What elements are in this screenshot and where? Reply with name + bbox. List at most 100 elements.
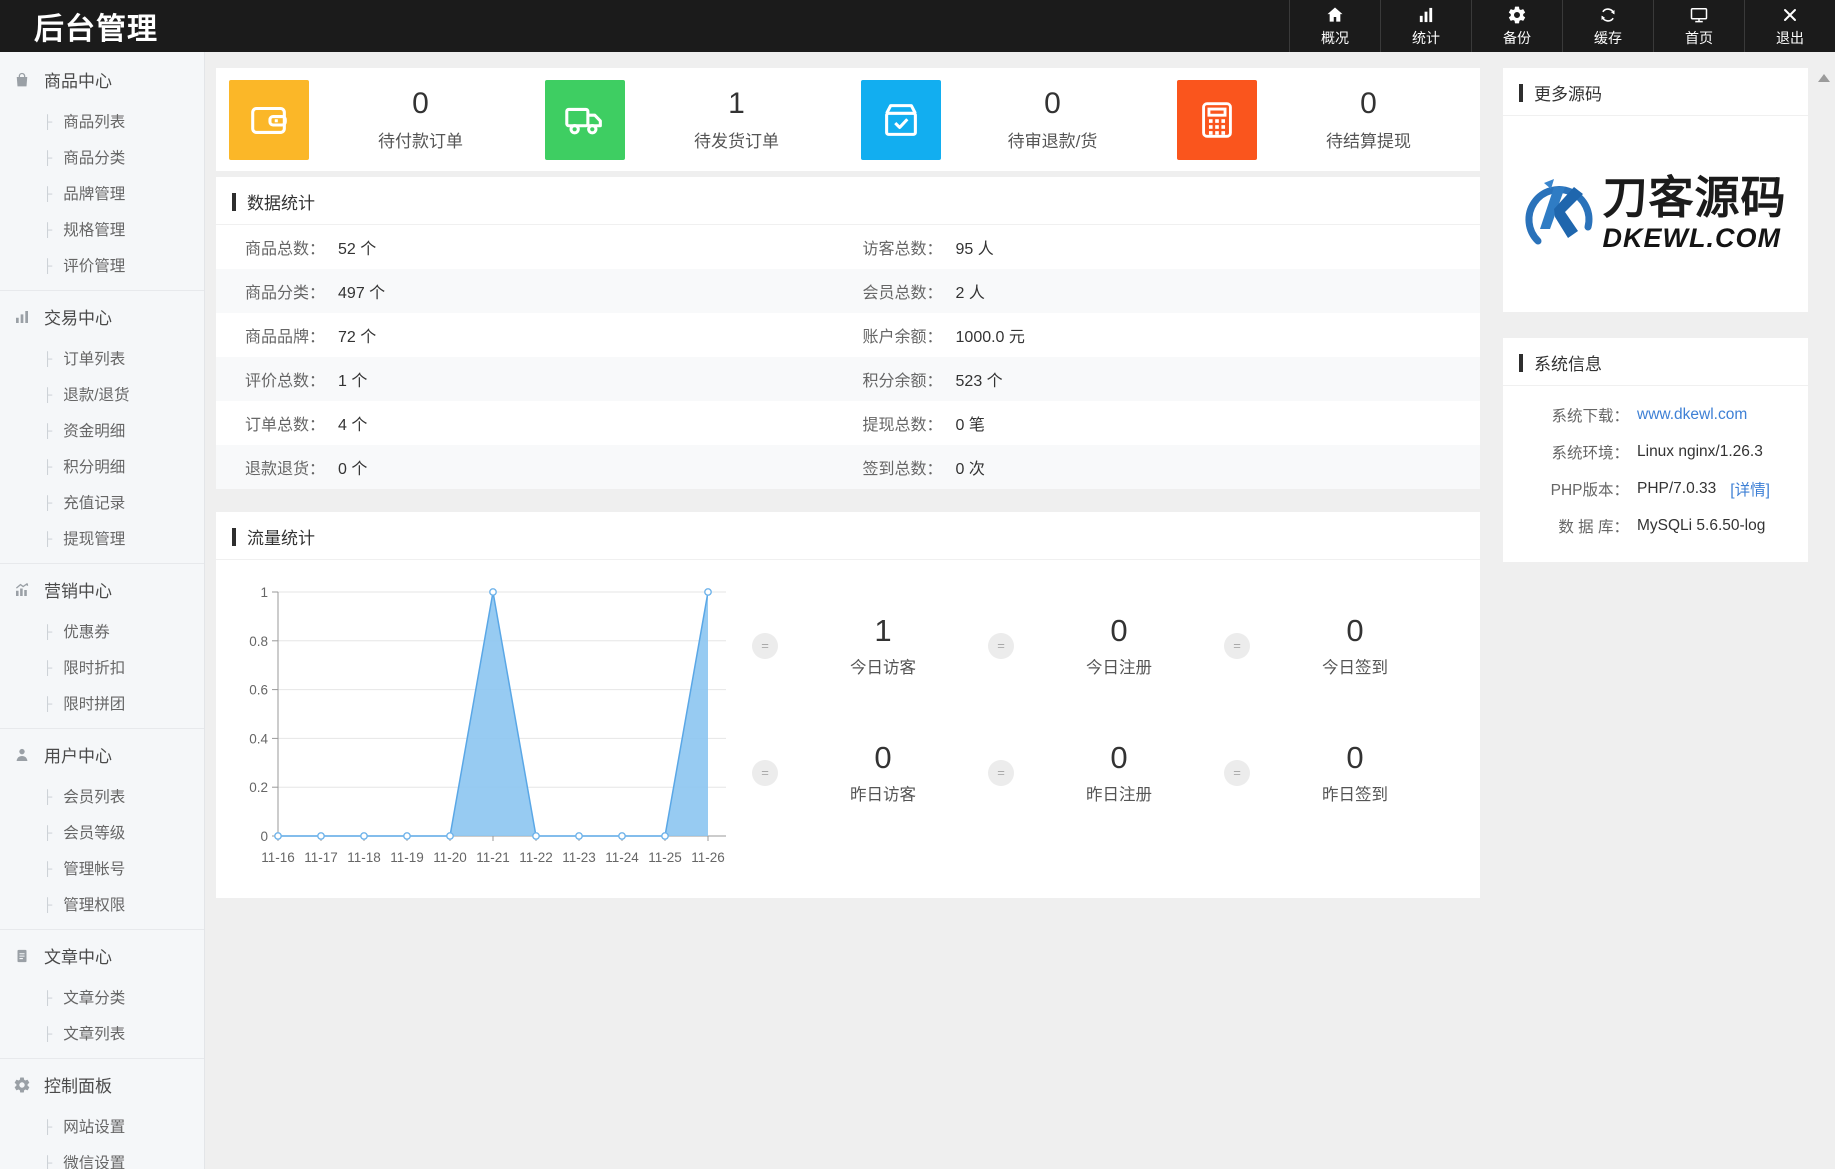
logo-english-text: DKEWL.COM <box>1602 223 1786 254</box>
nav-backup[interactable]: 备份 <box>1471 0 1562 52</box>
stat-number: 0 <box>1014 740 1224 776</box>
stat-value: 0 次 <box>956 455 985 479</box>
sidebar-section-articles-header[interactable]: 文章中心 <box>0 932 204 979</box>
traffic-stats-grid: = 1今日访客 = 0今日注册 = 0今日签到 <box>738 576 1468 876</box>
sidebar-item-wechat-settings[interactable]: ├微信设置 <box>0 1144 204 1169</box>
stat-label: 昨日签到 <box>1250 781 1460 805</box>
sidebar-item-group-buy[interactable]: ├限时拼团 <box>0 685 204 721</box>
stat-label: 今日注册 <box>1014 654 1224 678</box>
sidebar-section-title: 文章中心 <box>44 943 112 968</box>
stat-value: 523 个 <box>956 367 1003 391</box>
svg-text:0.8: 0.8 <box>249 634 268 649</box>
system-info-panel: 系统信息 系统下载： www.dkewl.com 系统环境： Linux ngi… <box>1503 338 1808 562</box>
sidebar-item-fund-detail[interactable]: ├资金明细 <box>0 412 204 448</box>
sidebar-section-users-header[interactable]: 用户中心 <box>0 731 204 778</box>
sidebar-section-articles: 文章中心 ├文章分类 ├文章列表 <box>0 932 204 1061</box>
equals-icon: = <box>988 633 1014 659</box>
logo-chinese-text: 刀客源码 <box>1602 175 1786 220</box>
sidebar-item-site-settings[interactable]: ├网站设置 <box>0 1108 204 1144</box>
stat-number: 1 <box>778 613 988 649</box>
svg-text:0.6: 0.6 <box>249 683 268 698</box>
traffic-stat-yesterday-visitors: = 0昨日访客 <box>752 740 988 805</box>
sidebar-item-label: 商品分类 <box>63 146 125 168</box>
card-pending-refund[interactable]: 0 待审退款/货 <box>848 68 1164 171</box>
sidebar-item-article-list[interactable]: ├文章列表 <box>0 1015 204 1051</box>
system-download-link[interactable]: www.dkewl.com <box>1637 406 1747 424</box>
divider <box>0 929 204 930</box>
sidebar-section-control-header[interactable]: 控制面板 <box>0 1061 204 1108</box>
wallet-icon <box>229 80 309 160</box>
sidebar-item-label: 规格管理 <box>63 218 125 240</box>
svg-text:11-23: 11-23 <box>562 850 596 865</box>
sidebar-item-label: 管理帐号 <box>63 857 125 879</box>
sidebar-item-order-list[interactable]: ├订单列表 <box>0 340 204 376</box>
header-nav: 概况 统计 备份 缓存 首页 退出 <box>1289 0 1835 52</box>
sidebar-section-title: 用户中心 <box>44 742 112 767</box>
title-bar-accent <box>232 193 236 211</box>
traffic-panel: 流量统计 00.20.40.60.8111-1611-1711-1811-191… <box>216 512 1480 898</box>
nav-statistics[interactable]: 统计 <box>1380 0 1471 52</box>
svg-text:11-25: 11-25 <box>648 850 682 865</box>
branch-icon: ├ <box>43 990 52 1005</box>
sidebar-item-spec-mgmt[interactable]: ├规格管理 <box>0 211 204 247</box>
branch-icon: ├ <box>43 1119 52 1134</box>
card-label: 待发货订单 <box>625 127 848 152</box>
branch-icon: ├ <box>43 387 52 402</box>
divider <box>0 1058 204 1059</box>
branch-icon: ├ <box>43 459 52 474</box>
monitor-icon <box>1689 5 1709 25</box>
stats-row: 订单总数：4 个 提现总数：0 笔 <box>216 401 1480 445</box>
sidebar-item-review-mgmt[interactable]: ├评价管理 <box>0 247 204 283</box>
branch-icon: ├ <box>43 825 52 840</box>
sysinfo-row-php: PHP版本： PHP/7.0.33 [详情] <box>1541 478 1798 500</box>
sidebar-item-member-list[interactable]: ├会员列表 <box>0 778 204 814</box>
nav-label: 退出 <box>1776 28 1804 48</box>
traffic-stat-yesterday-checkin: = 0昨日签到 <box>1224 740 1460 805</box>
sidebar-item-member-level[interactable]: ├会员等级 <box>0 814 204 850</box>
stat-label: 账户余额： <box>863 323 943 347</box>
sidebar-item-label: 提现管理 <box>63 527 125 549</box>
nav-frontend-home[interactable]: 首页 <box>1653 0 1744 52</box>
sidebar-item-article-category[interactable]: ├文章分类 <box>0 979 204 1015</box>
dkewl-logo-link[interactable]: 刀客源码 DKEWL.COM <box>1503 116 1808 312</box>
svg-text:11-18: 11-18 <box>347 850 381 865</box>
card-pending-payment[interactable]: 0 待付款订单 <box>216 68 532 171</box>
sidebar-item-coupon[interactable]: ├优惠券 <box>0 613 204 649</box>
nav-logout[interactable]: 退出 <box>1744 0 1835 52</box>
sidebar-item-admin-permission[interactable]: ├管理权限 <box>0 886 204 922</box>
sysinfo-label: 系统下载： <box>1541 404 1629 426</box>
sidebar-item-flash-discount[interactable]: ├限时折扣 <box>0 649 204 685</box>
panel-title: 更多源码 <box>1503 68 1808 116</box>
scrollbar-up-arrow[interactable] <box>1818 74 1830 82</box>
sidebar-item-admin-account[interactable]: ├管理帐号 <box>0 850 204 886</box>
stat-label: 提现总数： <box>863 411 943 435</box>
traffic-chart-area: 00.20.40.60.8111-1611-1711-1811-1911-201… <box>238 576 738 876</box>
sidebar-section-goods-header[interactable]: 商品中心 <box>0 56 204 103</box>
nav-overview[interactable]: 概况 <box>1289 0 1380 52</box>
card-pending-settlement[interactable]: 0 待结算提现 <box>1164 68 1480 171</box>
sidebar-item-refund-return[interactable]: ├退款/退货 <box>0 376 204 412</box>
sidebar-item-withdraw-mgmt[interactable]: ├提现管理 <box>0 520 204 556</box>
php-details-link[interactable]: [详情] <box>1730 478 1770 500</box>
svg-text:0.2: 0.2 <box>249 780 268 795</box>
sidebar-item-goods-list[interactable]: ├商品列表 <box>0 103 204 139</box>
sidebar-section-marketing-header[interactable]: 营销中心 <box>0 566 204 613</box>
sidebar-section-goods: 商品中心 ├商品列表 ├商品分类 ├品牌管理 ├规格管理 ├评价管理 <box>0 56 204 293</box>
sidebar-item-recharge-record[interactable]: ├充值记录 <box>0 484 204 520</box>
sidebar-item-label: 限时折扣 <box>63 656 125 678</box>
stat-value: 0 个 <box>338 455 367 479</box>
svg-text:11-22: 11-22 <box>519 850 553 865</box>
sidebar-item-brand-mgmt[interactable]: ├品牌管理 <box>0 175 204 211</box>
branch-icon: ├ <box>43 186 52 201</box>
sidebar: 商品中心 ├商品列表 ├商品分类 ├品牌管理 ├规格管理 ├评价管理 交易中心 … <box>0 52 205 1169</box>
title-bar-accent <box>1519 354 1523 372</box>
stat-number: 0 <box>1250 613 1460 649</box>
sidebar-item-goods-category[interactable]: ├商品分类 <box>0 139 204 175</box>
sidebar-section-trade-header[interactable]: 交易中心 <box>0 293 204 340</box>
sidebar-item-points-detail[interactable]: ├积分明细 <box>0 448 204 484</box>
card-pending-shipment[interactable]: 1 待发货订单 <box>532 68 848 171</box>
app-logo: 后台管理 <box>34 4 158 48</box>
card-value: 0 <box>941 87 1164 121</box>
nav-cache[interactable]: 缓存 <box>1562 0 1653 52</box>
panel-title: 流量统计 <box>216 512 1480 560</box>
